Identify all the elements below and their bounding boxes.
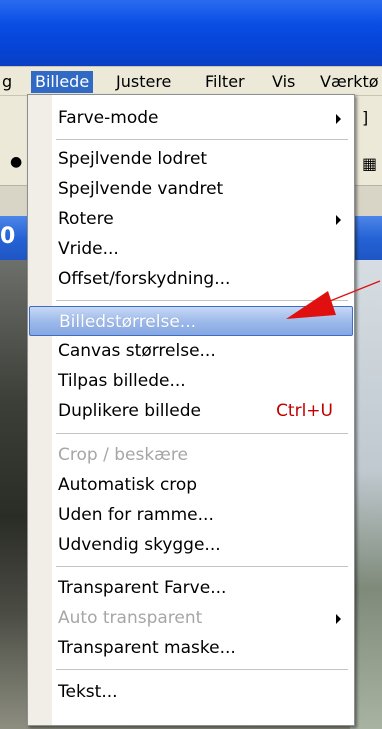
- menu-separator: [56, 139, 348, 140]
- menu-bar: g Billede Justere Filter Vis Værktø: [0, 66, 382, 96]
- menu-item-label: Crop / beskære: [58, 445, 188, 465]
- document-title: 0: [0, 224, 16, 249]
- menu-item-uden-for-ramme[interactable]: Uden for ramme...: [29, 500, 353, 530]
- menu-item-label: Automatisk crop: [58, 475, 198, 495]
- menu-separator: [56, 433, 348, 434]
- menu-item-label: Canvas størrelse...: [58, 341, 216, 361]
- menu-item-duplikere-billede[interactable]: Duplikere billede Ctrl+U: [29, 396, 353, 426]
- menu-item-label: Farve-mode: [58, 108, 159, 128]
- menu-item-tekst[interactable]: Tekst...: [29, 677, 353, 707]
- menu-item-vride[interactable]: Vride...: [29, 234, 353, 264]
- submenu-arrow-icon: [336, 114, 341, 124]
- menu-item-canvas-stoerrelse[interactable]: Canvas størrelse...: [29, 336, 353, 366]
- menu-item-tilpas-billede[interactable]: Tilpas billede...: [29, 366, 353, 396]
- menu-item-spejlvende-vandret[interactable]: Spejlvende vandret: [29, 174, 353, 204]
- annotation-arrow-head: [286, 291, 336, 319]
- menu-separator: [56, 566, 348, 567]
- menubar-item-vaerktoej[interactable]: Værktø: [320, 72, 379, 92]
- menu-item-label: Udvendig skygge...: [58, 535, 221, 555]
- menu-item-transparent-farve[interactable]: Transparent Farve...: [29, 573, 353, 603]
- menu-item-label: Vride...: [58, 239, 119, 259]
- menu-item-shortcut: Ctrl+U: [276, 401, 333, 421]
- window-title-bar: [0, 0, 382, 66]
- menu-item-udvendig-skygge[interactable]: Udvendig skygge...: [29, 530, 353, 560]
- menu-item-label: Billedstørrelse...: [59, 312, 197, 332]
- menu-item-label: Rotere: [58, 209, 114, 229]
- menu-item-transparent-maske[interactable]: Transparent maske...: [29, 633, 353, 663]
- submenu-arrow-icon: [336, 215, 341, 225]
- toolbar-grid-icon[interactable]: ▦: [362, 154, 377, 173]
- menu-item-label: Spejlvende vandret: [58, 179, 224, 199]
- annotation-arrow-icon: [286, 280, 381, 319]
- menu-item-label: Spejlvende lodret: [58, 149, 208, 169]
- menu-item-farve-mode[interactable]: Farve-mode: [29, 103, 353, 133]
- menubar-item-partial[interactable]: g: [2, 72, 12, 92]
- menubar-item-billede[interactable]: Billede: [31, 71, 94, 93]
- menu-item-auto-transparent: Auto transparent: [29, 603, 353, 633]
- toolbar-button-icon[interactable]: ]: [362, 108, 368, 127]
- submenu-arrow-icon: [336, 614, 341, 624]
- menu-item-label: Duplikere billede: [58, 401, 201, 421]
- menu-item-label: Tilpas billede...: [58, 371, 186, 391]
- menu-item-label: Transparent Farve...: [58, 578, 227, 598]
- menu-item-rotere[interactable]: Rotere: [29, 204, 353, 234]
- menubar-item-filter[interactable]: Filter: [205, 72, 245, 92]
- menu-item-label: Transparent maske...: [58, 638, 236, 658]
- menu-item-label: Uden for ramme...: [58, 505, 214, 525]
- menubar-item-justere[interactable]: Justere: [116, 72, 171, 92]
- billede-dropdown-menu: Farve-mode Spejlvende lodret Spejlvende …: [27, 94, 355, 726]
- menu-item-label: Offset/forskydning...: [58, 269, 231, 289]
- menu-item-automatisk-crop[interactable]: Automatisk crop: [29, 470, 353, 500]
- menu-separator: [56, 669, 348, 670]
- menubar-item-vis[interactable]: Vis: [272, 72, 295, 92]
- menu-item-label: Tekst...: [58, 682, 118, 702]
- menu-item-crop: Crop / beskære: [29, 440, 353, 470]
- menu-item-label: Auto transparent: [58, 608, 203, 628]
- brush-dot-icon[interactable]: ●: [10, 154, 22, 170]
- menu-item-spejlvende-lodret[interactable]: Spejlvende lodret: [29, 144, 353, 174]
